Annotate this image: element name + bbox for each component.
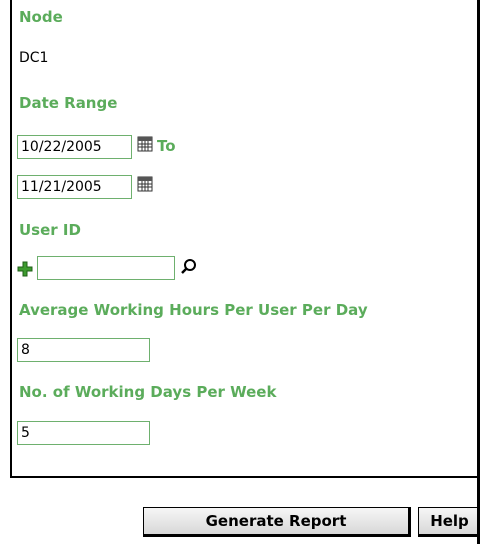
calendar-icon[interactable] (137, 136, 153, 152)
from-date-input[interactable] (17, 135, 132, 159)
to-date-input[interactable] (17, 175, 132, 199)
calendar-icon[interactable] (137, 176, 153, 192)
working-days-label: No. of Working Days Per Week (19, 383, 277, 401)
user-id-input[interactable] (37, 256, 175, 280)
avg-hours-label: Average Working Hours Per User Per Day (19, 301, 368, 319)
add-icon[interactable] (17, 261, 33, 277)
user-id-label: User ID (19, 221, 81, 239)
working-days-input[interactable] (17, 421, 150, 445)
date-range-label: Date Range (19, 94, 118, 112)
search-icon[interactable] (180, 258, 198, 276)
report-form-panel: Node DC1 Date Range To User ID Average W… (10, 0, 480, 478)
node-label: Node (19, 8, 63, 26)
generate-report-button[interactable]: Generate Report (143, 507, 411, 537)
help-button[interactable]: Help (418, 507, 480, 537)
to-label: To (157, 137, 176, 155)
avg-hours-input[interactable] (17, 338, 150, 362)
node-value: DC1 (19, 50, 49, 66)
